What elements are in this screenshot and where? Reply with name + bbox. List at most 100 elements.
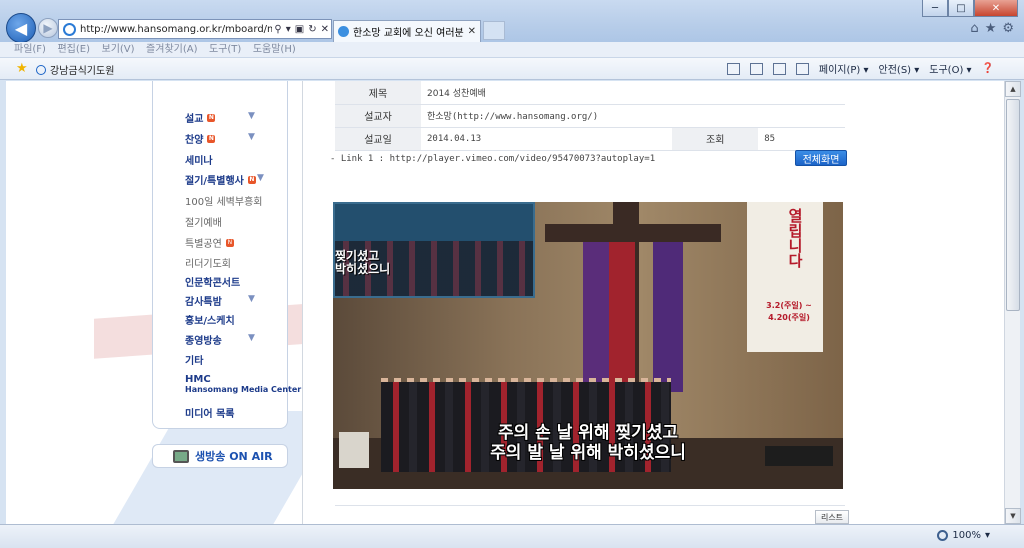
sidebar-item-label: 감사특밤: [185, 297, 222, 308]
sidebar-item-label: 절기예배: [185, 218, 222, 229]
expand-triangle-icon[interactable]: ▼: [248, 111, 255, 121]
new-badge: N: [207, 134, 216, 143]
fullscreen-button[interactable]: 전체화면: [795, 150, 847, 166]
title-bar: ─ □ ✕ ◀ ▶ http://www.hansomang.or.kr/mbo…: [0, 0, 1024, 43]
tools-gear-icon[interactable]: ⚙: [1002, 21, 1014, 36]
favorites-add-icon[interactable]: ★: [16, 61, 28, 76]
list-button[interactable]: 리스트: [815, 510, 849, 524]
sidebar-item-thanks-special[interactable]: 감사특밤: [185, 293, 222, 308]
menu-favorites[interactable]: 즐겨찾기(A): [146, 42, 197, 57]
feeds-icon[interactable]: [749, 62, 763, 75]
tab-close-icon[interactable]: ✕: [468, 26, 476, 37]
sidebar-item-special-events[interactable]: 절기/특별행사 N: [185, 172, 256, 187]
video-link[interactable]: - Link 1 : http://player.vimeo.com/video…: [330, 154, 655, 164]
post-content: 제목 2014 성찬예배 설교자 한소망(http://www.hansoman…: [302, 81, 866, 524]
scroll-up-icon[interactable]: ▲: [1005, 81, 1021, 97]
tools-menu[interactable]: 도구(O) ▾: [929, 61, 971, 76]
sidebar-item-sublabel: Hansomang Media Center: [185, 385, 302, 394]
print-icon[interactable]: [795, 62, 809, 75]
home-icon[interactable]: ⌂: [970, 21, 978, 36]
video-player[interactable]: 찢기셨고 박히셨으니 열립니다 3.2(주일) ~ 4.20(주일) 주의 손 …: [333, 202, 843, 489]
dropdown-arrow-icon[interactable]: ▾: [284, 24, 293, 35]
ie-page-icon: [36, 64, 46, 75]
sidebar-item-label: 절기/특별행사: [185, 176, 244, 187]
sidebar-item-sermon[interactable]: 설교 N: [185, 110, 216, 125]
zoom-control[interactable]: 100% ▾: [937, 530, 990, 541]
sidebar-subitem-leader-prayer[interactable]: 리더기도회: [185, 255, 231, 270]
sidebar-item-seminar[interactable]: 세미나: [185, 152, 213, 167]
page-viewport: 설교 N ▼ 찬양 N ▼ 세미나 절기/특별행사 N ▼ 100일 세벽부흥회 절기…: [6, 81, 1004, 524]
sidebar-item-humanities-concert[interactable]: 인문학콘서트: [185, 274, 240, 289]
expand-triangle-icon[interactable]: ▼: [248, 294, 255, 304]
views-value: 85: [758, 127, 845, 151]
table-row: 제목 2014 성찬예배: [335, 81, 845, 105]
address-bar[interactable]: http://www.hansomang.or.kr/mboard/mboarc…: [58, 19, 332, 39]
video-screen-caption: 찢기셨고 박히셨으니: [335, 249, 391, 276]
zoom-magnifier-icon: [937, 530, 949, 541]
forward-button[interactable]: ▶: [38, 18, 58, 38]
expand-triangle-icon[interactable]: ▼: [257, 173, 264, 183]
mail-icon[interactable]: [772, 62, 786, 75]
table-row: 설교일 2014.04.13 조회 85: [335, 127, 845, 151]
onair-button[interactable]: 생방송 ON AIR: [152, 444, 288, 468]
refresh-icon[interactable]: ↻: [306, 24, 318, 35]
back-button[interactable]: ◀: [6, 13, 36, 43]
expand-triangle-icon[interactable]: ▼: [248, 132, 255, 142]
sidebar-item-praise[interactable]: 찬양 N: [185, 131, 216, 146]
forward-arrow-icon: ▶: [43, 21, 53, 35]
tab-active[interactable]: 한소망 교회에 오신 여러분... ✕: [333, 20, 481, 42]
safety-menu[interactable]: 안전(S) ▾: [879, 61, 920, 76]
favorite-link[interactable]: 강남금식기도원: [36, 62, 114, 77]
close-button[interactable]: ✕: [974, 0, 1018, 17]
date-label: 설교일: [335, 127, 421, 151]
scroll-thumb[interactable]: [1006, 99, 1020, 311]
menu-help[interactable]: 도움말(H): [253, 42, 296, 57]
menu-file[interactable]: 파일(F): [14, 42, 46, 57]
title-value: 2014 성찬예배: [421, 81, 845, 105]
search-icon[interactable]: ⚲: [272, 24, 283, 35]
new-badge: N: [225, 238, 234, 247]
menu-bar: 파일(F) 편집(E) 보기(V) 즐겨찾기(A) 도구(T) 도움말(H): [0, 42, 1024, 58]
sidebar-item-ended-broadcast[interactable]: 종영방송: [185, 332, 222, 347]
tab-title: 한소망 교회에 오신 여러분...: [353, 28, 464, 39]
tv-icon: [173, 449, 189, 463]
vertical-scrollbar[interactable]: ▲ ▼: [1004, 81, 1021, 524]
page-menu[interactable]: 페이지(P) ▾: [819, 61, 869, 76]
back-arrow-icon: ◀: [14, 18, 28, 38]
sidebar-item-label: 종영방송: [185, 336, 222, 347]
table-row: 설교자 한소망(http://www.hansomang.org/): [335, 104, 845, 128]
sidebar-subitem-seasonal-worship[interactable]: 절기예배: [185, 214, 222, 229]
home-cmd-icon[interactable]: [726, 62, 740, 75]
menu-edit[interactable]: 편집(E): [57, 42, 90, 57]
favorites-star-icon[interactable]: ★: [985, 21, 997, 36]
sidebar-item-promo-sketch[interactable]: 홍보/스케치: [185, 312, 235, 327]
sidebar-item-label: 특별공연: [185, 239, 222, 250]
sidebar-item-label: 홍보/스케치: [185, 316, 235, 327]
video-banner-dates: 3.2(주일) ~ 4.20(주일): [766, 301, 812, 322]
maximize-button[interactable]: □: [948, 0, 974, 17]
sidebar-item-label: 100일 세벽부흥회: [185, 197, 263, 208]
preacher-label: 설교자: [335, 104, 421, 128]
sidebar-item-hmc[interactable]: HMC Hansomang Media Center: [185, 375, 301, 395]
sidebar-subitem-special-performance[interactable]: 특별공연 N: [185, 235, 234, 250]
help-icon[interactable]: ❓: [982, 63, 994, 74]
sidebar-item-label: 세미나: [185, 156, 213, 167]
minimize-button[interactable]: ─: [922, 0, 948, 17]
video-drape-purple: [583, 242, 609, 392]
sidebar-item-etc[interactable]: 기타: [185, 352, 203, 367]
new-tab-button[interactable]: [483, 21, 505, 40]
scroll-down-icon[interactable]: ▼: [1005, 508, 1021, 524]
stop-icon[interactable]: ✕: [319, 24, 331, 35]
menu-view[interactable]: 보기(V): [102, 42, 135, 57]
sidebar-item-media-list[interactable]: 미디어 목록: [185, 405, 234, 420]
zoom-dropdown-icon[interactable]: ▾: [985, 530, 990, 541]
expand-triangle-icon[interactable]: ▼: [248, 333, 255, 343]
divider: [335, 505, 845, 506]
window-controls: ─ □ ✕: [922, 0, 1018, 17]
title-label: 제목: [335, 81, 421, 105]
compat-view-icon[interactable]: ▣: [293, 24, 306, 35]
sidebar-subitem-100days[interactable]: 100일 세벽부흥회: [185, 193, 262, 208]
address-url[interactable]: http://www.hansomang.or.kr/mboard/mboarc: [80, 24, 272, 35]
menu-tools[interactable]: 도구(T): [209, 42, 241, 57]
video-banner-text: 열립니다: [786, 208, 804, 268]
